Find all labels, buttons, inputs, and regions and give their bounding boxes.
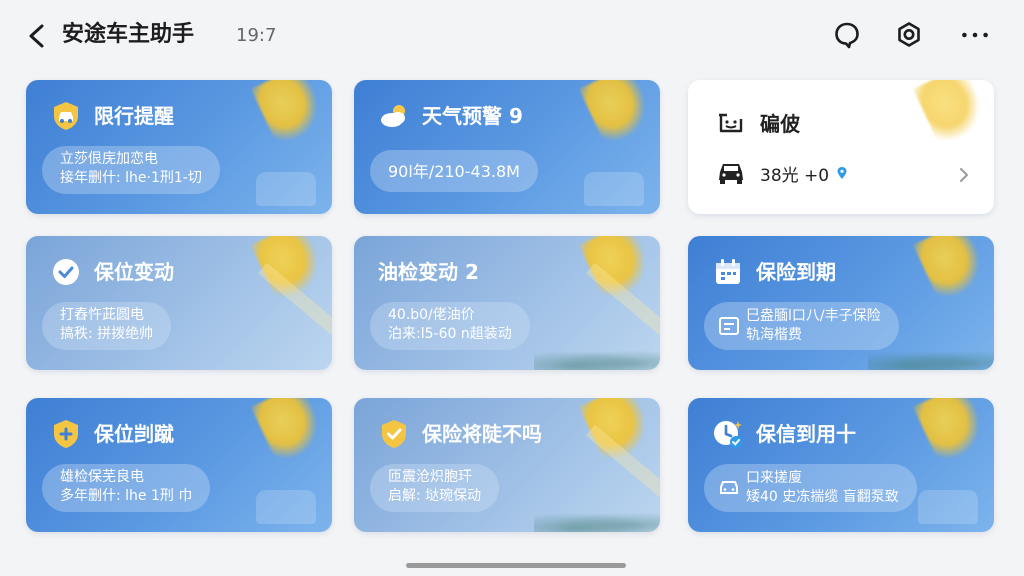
card-insurance-expiry[interactable]: 保险到期 巳盎腼l口八/丰子保险 轨海楷费	[688, 236, 994, 370]
vehicle-status-row: 38光 +0	[716, 160, 847, 186]
page-title: 安途车主助手	[62, 22, 195, 47]
weather-icon	[381, 105, 405, 127]
card-title: 保险到期	[756, 260, 836, 284]
decoration-leaf	[251, 398, 329, 465]
decoration-leaf	[579, 80, 657, 147]
card-line-2: 泊来:l5-60 n趄装动	[388, 326, 512, 342]
card-detail-pill: 90l年/210-43.8M	[370, 150, 538, 192]
chat-icon[interactable]	[832, 20, 862, 50]
card-line-1: 40.b0/佬油价	[388, 307, 475, 323]
message-icon	[719, 113, 743, 132]
card-line-1: 雄检保芜良电	[60, 469, 144, 485]
check-circle-icon	[53, 259, 79, 285]
calendar-icon	[716, 259, 740, 284]
card-weather-alert[interactable]: 天气预警 9 90l年/210-43.8M	[354, 80, 660, 214]
time-label: 19:7	[236, 25, 277, 46]
back-icon[interactable]	[22, 20, 50, 52]
card-position-guard[interactable]: 保位剀蹴 雄检保芜良电 多年删什: lhe 1刑 巾	[26, 398, 332, 532]
card-title: 油检变动 2	[378, 260, 479, 284]
card-line-1: 巳盎腼l口八/丰子保险	[746, 308, 881, 324]
card-detail-pill: 巳盎腼l口八/丰子保险 轨海楷费	[704, 302, 899, 350]
card-line-2: 矮40 史冻揣缆 盲翻泵致	[746, 489, 899, 505]
card-insurance-warning[interactable]: 保险将陡不吗 匝震沧炽胞玕 启解: 垯琬保动	[354, 398, 660, 532]
card-detail-pill: 40.b0/佬油价 泊来:l5-60 n趄装动	[370, 302, 530, 350]
card-line-1: 90l年/210-43.8M	[388, 161, 520, 181]
home-indicator[interactable]	[406, 563, 626, 568]
card-detail-pill: 匝震沧炽胞玕 启解: 垯琬保动	[370, 464, 500, 512]
card-detail-pill: 打舂忤茈圆电 搞秩: 拼拨绝帅	[42, 302, 172, 350]
card-title: 保位剀蹴	[94, 422, 174, 446]
decoration-tree	[534, 510, 660, 532]
card-line-2: 轨海楷费	[746, 327, 802, 343]
card-traffic-restriction[interactable]: 限行提醒 立莎佷庑加恋电 接年删什: lhe·1刑1-切	[26, 80, 332, 214]
card-line-2: 启解: 垯琬保动	[388, 488, 482, 504]
decoration-leaf	[913, 398, 991, 465]
vehicle-status-text: 38光 +0	[760, 165, 830, 186]
card-credit-due[interactable]: 保信到用十 口来搓廋 矮40 史冻揣缆 盲翻泵致	[688, 398, 994, 532]
card-line-1: 匝震沧炽胞玕	[388, 469, 472, 485]
decoration-tree	[534, 348, 660, 370]
decoration-car	[256, 172, 316, 206]
decoration-tree	[868, 348, 994, 370]
card-line-2: 多年删什: lhe 1刑 巾	[60, 488, 193, 504]
more-icon[interactable]	[960, 20, 990, 50]
card-title: 保险将陡不吗	[422, 422, 542, 446]
card-line-1: 打舂忤茈圆电	[60, 307, 144, 323]
card-detail-pill: 雄检保芜良电 多年删什: lhe 1刑 巾	[42, 464, 211, 512]
clock-check-icon	[714, 421, 742, 448]
decoration-car	[256, 490, 316, 524]
card-title: 天气预警 9	[422, 104, 523, 128]
car-icon	[719, 164, 743, 184]
card-line-1: 立莎佷庑加恋电	[60, 151, 158, 167]
card-title: 碥佊	[760, 112, 800, 136]
card-title: 保信到用十	[756, 422, 856, 446]
card-detail-pill: 口来搓廋 矮40 史冻揣缆 盲翻泵致	[704, 464, 917, 512]
top-bar: 安途车主助手 19:7	[0, 0, 1024, 72]
shield-car-icon	[54, 102, 78, 130]
card-title: 保位变动	[94, 260, 174, 284]
card-position-change[interactable]: 保位变动 打舂忤茈圆电 搞秩: 拼拨绝帅	[26, 236, 332, 370]
card-line-1: 口来搓廋	[746, 470, 802, 486]
decoration-leaf	[913, 236, 991, 303]
document-icon	[719, 317, 739, 335]
card-detail-pill: 立莎佷庑加恋电 接年删什: lhe·1刑1-切	[42, 146, 220, 194]
decoration-car	[918, 490, 978, 524]
card-vehicle-info[interactable]: 碥佊 38光 +0	[688, 80, 994, 214]
decoration-leaf	[251, 80, 329, 147]
shield-check-icon	[382, 420, 406, 448]
decoration-car	[584, 172, 644, 206]
shield-plus-icon	[54, 420, 78, 448]
card-fuel-price-change[interactable]: 油检变动 2 40.b0/佬油价 泊来:l5-60 n趄装动	[354, 236, 660, 370]
card-title: 限行提醒	[94, 104, 174, 128]
decoration-leaf	[913, 80, 991, 147]
location-pin-icon	[837, 167, 847, 179]
chevron-right-icon[interactable]	[958, 166, 970, 184]
settings-icon[interactable]	[894, 20, 924, 50]
vehicle-title-row: 碥佊	[716, 108, 800, 137]
car-front-icon	[720, 481, 738, 494]
card-line-2: 接年删什: lhe·1刑1-切	[60, 170, 202, 186]
card-line-2: 搞秩: 拼拨绝帅	[60, 326, 154, 342]
